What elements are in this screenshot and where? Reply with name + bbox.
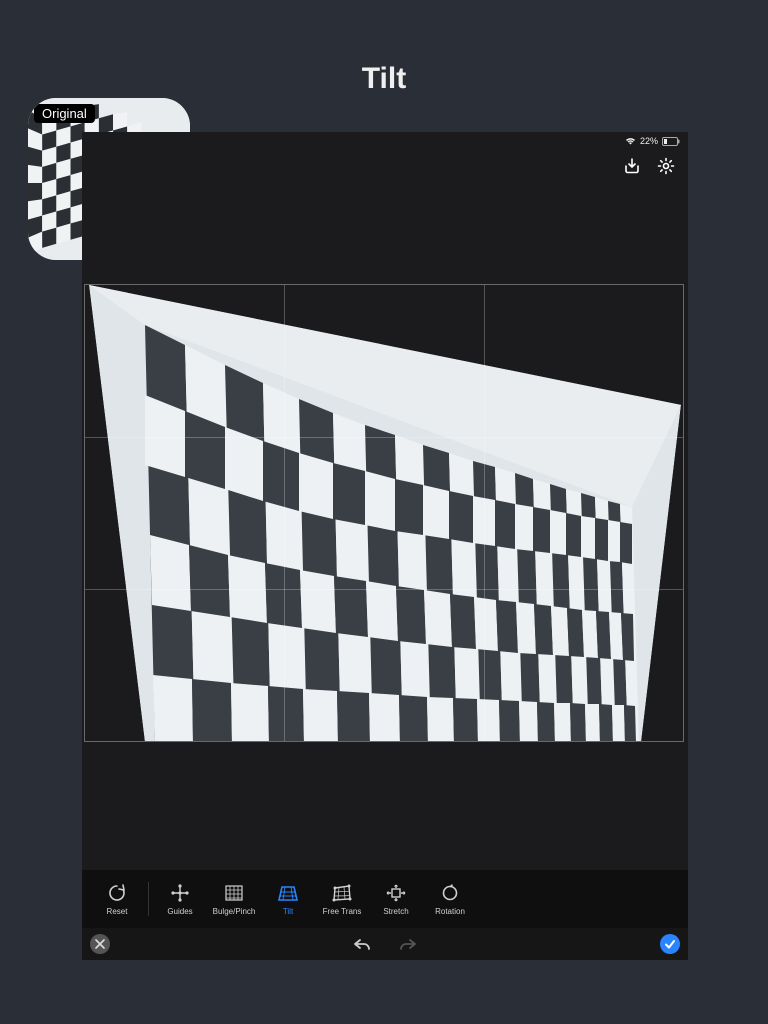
- reset-icon: [105, 883, 129, 903]
- download-button[interactable]: [622, 156, 642, 176]
- rotation-icon: [438, 883, 462, 903]
- guides-label: Guides: [167, 907, 192, 916]
- rotation-label: Rotation: [435, 907, 465, 916]
- stretch-tool[interactable]: Stretch: [369, 883, 423, 916]
- settings-button[interactable]: [656, 156, 676, 176]
- battery-icon: [662, 137, 680, 146]
- photo-frame[interactable]: [84, 284, 684, 742]
- free-trans-label: Free Trans: [323, 907, 362, 916]
- guides-icon: [168, 883, 192, 903]
- page-title: Tilt: [0, 62, 768, 96]
- bulge-pinch-tool[interactable]: Bulge/Pinch: [207, 883, 261, 916]
- check-icon: [664, 938, 676, 950]
- free-trans-icon: [330, 883, 354, 903]
- guides-tool[interactable]: Guides: [153, 883, 207, 916]
- stretch-label: Stretch: [383, 907, 408, 916]
- reset-tool[interactable]: Reset: [90, 883, 144, 916]
- tilted-photo: [85, 285, 683, 741]
- undo-redo: [352, 937, 418, 951]
- confirm-button[interactable]: [660, 934, 680, 954]
- bottom-bar: [82, 928, 688, 960]
- undo-icon: [352, 937, 372, 951]
- close-icon: [95, 939, 105, 949]
- tilt-label: Tilt: [283, 907, 293, 916]
- tilt-icon: [276, 883, 300, 903]
- close-button[interactable]: [90, 934, 110, 954]
- original-label: Original: [34, 104, 95, 123]
- stretch-icon: [384, 883, 408, 903]
- status-bar: 22%: [82, 134, 688, 148]
- redo-icon: [398, 937, 418, 951]
- toolbar: Reset Guides Bulge/Pinch Tilt Free: [82, 870, 688, 928]
- reset-label: Reset: [107, 907, 128, 916]
- redo-button[interactable]: [398, 937, 418, 951]
- toolbar-separator: [148, 882, 149, 916]
- editor-panel: 22%: [82, 132, 688, 960]
- bulge-pinch-icon: [222, 883, 246, 903]
- free-trans-tool[interactable]: Free Trans: [315, 883, 369, 916]
- battery-percentage: 22%: [640, 136, 658, 146]
- tilt-tool[interactable]: Tilt: [261, 883, 315, 916]
- rotation-tool[interactable]: Rotation: [423, 883, 477, 916]
- canvas-area[interactable]: [82, 178, 688, 870]
- top-actions: [82, 148, 688, 178]
- wifi-icon: [625, 137, 636, 145]
- undo-button[interactable]: [352, 937, 372, 951]
- bulge-pinch-label: Bulge/Pinch: [213, 907, 256, 916]
